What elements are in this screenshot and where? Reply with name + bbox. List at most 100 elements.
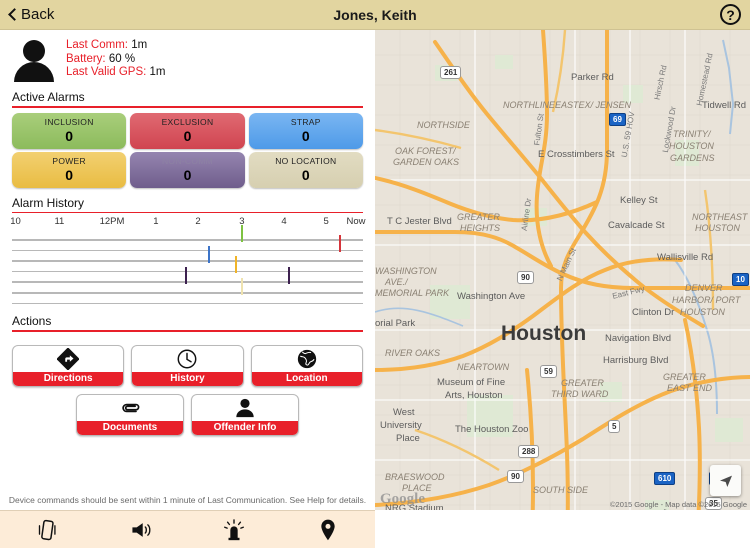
alarm-cell-power[interactable]: POWER 0: [12, 151, 127, 188]
history-button[interactable]: History: [131, 344, 244, 387]
tab-vibrate[interactable]: [0, 518, 94, 542]
alarm-cell-strap[interactable]: STRAP 0: [248, 112, 363, 149]
alarm-cell-exclusion[interactable]: EXCLUSION 0: [130, 112, 245, 149]
timeline-row: [12, 245, 363, 263]
person-icon: [192, 395, 298, 421]
alarm-count: 0: [301, 167, 310, 183]
timeline-row: [12, 302, 363, 305]
active-alarms-header: Active Alarms: [0, 86, 375, 108]
timeline-rows: [12, 224, 363, 305]
map-route-shield: 59: [540, 365, 557, 378]
alarm-cell-non-comm[interactable]: NON-COMM 0: [130, 151, 245, 188]
timeline-row: [12, 224, 363, 242]
timeline-event-mark[interactable]: [207, 245, 210, 263]
globe-icon: [252, 346, 362, 372]
back-button[interactable]: Back: [0, 6, 54, 23]
actions-wrap: Directions History Location Documents Of…: [0, 332, 375, 436]
active-alarms-title: Active Alarms: [12, 90, 85, 104]
timeline-row: [12, 235, 363, 253]
map-copyright: ©2015 Google - Map data ©2015 Google: [610, 500, 747, 509]
timeline-event-mark[interactable]: [184, 266, 187, 284]
actions-title: Actions: [12, 314, 52, 329]
actions-row-1: Directions History Location: [12, 344, 363, 387]
page-title: Jones, Keith: [333, 6, 417, 23]
directions-button[interactable]: Directions: [12, 344, 125, 387]
help-icon[interactable]: ?: [720, 4, 741, 25]
map-route-shield: 5: [608, 420, 621, 433]
timeline-event-mark[interactable]: [339, 235, 342, 253]
timeline-row: [12, 266, 363, 284]
timeline-axis: 10 11 12PM 1 2 3 4 5 Now: [10, 216, 366, 230]
offender-info-label: Offender Info: [192, 420, 298, 435]
alarm-count: 0: [183, 128, 192, 144]
last-comm-value: 1m: [131, 39, 148, 51]
person-summary: Last Comm: 1m Battery: 60 % Last Valid G…: [0, 30, 375, 86]
last-gps-value: 1m: [149, 66, 166, 78]
actions-header: Actions: [0, 304, 375, 332]
map-route-shield: 90: [517, 271, 534, 284]
map-pane[interactable]: NORTHLINE EASTEX/ JENSEN NORTHSIDE OAK FORE…: [375, 30, 750, 510]
navigation-bar: Back Jones, Keith ?: [0, 0, 750, 30]
alarm-count: 0: [65, 128, 74, 144]
axis-tick-label: 12PM: [99, 216, 125, 227]
last-comm-row: Last Comm: 1m: [66, 39, 166, 53]
directions-arrow-icon: [13, 346, 123, 372]
alarm-name: NON-COMM: [161, 156, 213, 166]
clock-icon: [132, 346, 242, 372]
tab-bar: [0, 510, 375, 548]
alarm-name: STRAP: [290, 117, 321, 127]
alarm-name: NO LOCATION: [275, 156, 337, 166]
map-route-shield: 10: [732, 273, 749, 286]
offender-info-button[interactable]: Offender Info: [191, 393, 299, 436]
history-label: History: [132, 371, 243, 386]
alarm-count: 0: [65, 167, 74, 183]
battery-row: Battery: 60 %: [66, 53, 166, 67]
map-route-shield: 288: [518, 445, 540, 458]
timeline-row: [12, 277, 363, 295]
tab-location[interactable]: [281, 518, 375, 542]
location-label: Location: [251, 371, 362, 386]
axis-tick-label: Now: [346, 216, 366, 227]
axis-tick-label: 5: [323, 216, 329, 227]
location-pin-icon: [321, 519, 335, 540]
alarm-name: EXCLUSION: [161, 117, 214, 127]
vibrate-device-icon: [38, 519, 56, 540]
tab-sound[interactable]: [94, 519, 188, 541]
map-route-shield: 610: [654, 472, 676, 485]
last-gps-row: Last Valid GPS: 1m: [66, 66, 166, 80]
timeline-row: [12, 256, 363, 274]
body-split: Last Comm: 1m Battery: 60 % Last Valid G…: [0, 30, 750, 510]
axis-tick-label: 10: [10, 216, 21, 227]
alarm-count: 0: [301, 128, 310, 144]
speaker-sound-icon: [132, 522, 151, 537]
axis-tick-label: 11: [54, 216, 65, 227]
timeline-event-mark[interactable]: [288, 266, 291, 284]
timeline-event-mark[interactable]: [240, 224, 243, 242]
alarm-count: 0: [183, 167, 192, 183]
avatar: [12, 38, 56, 82]
tab-alarm[interactable]: [188, 518, 282, 542]
location-button[interactable]: Location: [250, 344, 363, 387]
alarm-history-header: Alarm History: [0, 188, 375, 213]
alarm-history-chart: 10 11 12PM 1 2 3 4 5 Now: [0, 213, 375, 305]
chevron-left-icon: [7, 9, 18, 20]
documents-label: Documents: [77, 420, 183, 435]
timeline-event-mark[interactable]: [234, 256, 237, 274]
axis-tick-label: 1: [153, 216, 159, 227]
map-route-shield: 90: [507, 470, 524, 483]
alarm-cell-no-location[interactable]: NO LOCATION 0: [248, 151, 363, 188]
avatar-head: [23, 40, 45, 62]
last-gps-label: Last Valid GPS:: [66, 66, 147, 78]
documents-button[interactable]: Documents: [76, 393, 184, 436]
back-button-label: Back: [21, 6, 55, 23]
alarm-cell-inclusion[interactable]: INCLUSION 0: [12, 112, 127, 149]
navigate-button[interactable]: [710, 465, 741, 496]
map-route-shield: 69: [609, 113, 626, 126]
timeline-event-mark[interactable]: [240, 277, 243, 295]
battery-label: Battery:: [66, 52, 106, 65]
axis-tick-label: 4: [281, 216, 287, 227]
last-comm-label: Last Comm:: [66, 39, 128, 51]
navigate-arrow-icon: [719, 475, 732, 487]
siren-alarm-icon: [224, 518, 245, 540]
paperclip-icon: [77, 395, 183, 421]
